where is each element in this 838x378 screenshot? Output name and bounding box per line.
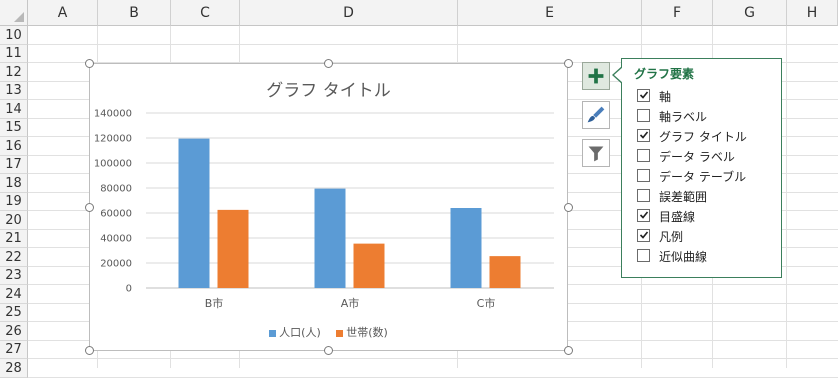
resize-handle-left[interactable] (85, 203, 94, 212)
column-header-h[interactable]: H (787, 0, 838, 26)
checkbox[interactable] (637, 109, 650, 122)
y-tick-label: 140000 (94, 109, 132, 120)
x-tick-label: B市 (205, 296, 224, 310)
chart-filters-button[interactable] (582, 139, 610, 167)
resize-handle-top-right[interactable] (564, 59, 573, 68)
bar-population (314, 188, 346, 288)
row-header-23[interactable]: 23 (0, 267, 28, 285)
option-label: データ ラベル (659, 150, 735, 164)
row-header-24[interactable]: 24 (0, 285, 28, 304)
select-all-corner[interactable] (0, 0, 28, 26)
row-header-14[interactable]: 14 (0, 100, 28, 119)
resize-handle-top[interactable] (324, 59, 333, 68)
y-tick-label: 60000 (100, 209, 132, 220)
bar-households (353, 243, 385, 288)
option-label: 軸ラベル (659, 110, 708, 124)
resize-handle-top-left[interactable] (85, 59, 94, 68)
chart-object[interactable]: グラフ タイトル 0 20000 40000 60000 80000 100000 1200… (89, 63, 568, 351)
legend-swatch-population (269, 329, 277, 337)
option-label: 目盛線 (659, 210, 696, 224)
column-header-g[interactable]: G (713, 0, 787, 26)
legend-item-households: 世帯(数) (336, 324, 388, 340)
bar-households (217, 209, 249, 288)
paintbrush-icon (587, 106, 605, 123)
y-tick-label: 100000 (94, 159, 132, 170)
checkmark-icon (639, 231, 649, 239)
option-label: 誤差範囲 (659, 190, 708, 204)
column-gridline (786, 26, 787, 368)
row-gridline (28, 44, 838, 45)
y-tick-label: 80000 (100, 184, 132, 195)
row-header-10[interactable]: 10 (0, 26, 28, 45)
row-header-17[interactable]: 17 (0, 156, 28, 174)
column-header-b[interactable]: B (98, 0, 171, 26)
x-tick-label: C市 (477, 296, 496, 310)
bar-chart-svg: 0 20000 40000 60000 80000 100000 120000 140000 B… (94, 109, 554, 310)
column-header-f[interactable]: F (642, 0, 713, 26)
checkbox[interactable] (637, 89, 650, 102)
checkbox[interactable] (637, 249, 650, 262)
column-header-d[interactable]: D (240, 0, 458, 26)
row-header-16[interactable]: 16 (0, 137, 28, 156)
row-header-19[interactable]: 19 (0, 193, 28, 211)
checkbox[interactable] (637, 129, 650, 142)
row-header-11[interactable]: 11 (0, 45, 28, 63)
legend-swatch-households (336, 329, 344, 337)
x-tick-label: A市 (341, 296, 360, 310)
option-label: グラフ タイトル (659, 130, 747, 144)
checkmark-icon (639, 131, 649, 139)
checkbox[interactable] (637, 229, 650, 242)
plus-icon (588, 68, 604, 84)
resize-handle-right[interactable] (564, 203, 573, 212)
legend-label-households: 世帯(数) (346, 326, 388, 339)
checkbox[interactable] (637, 189, 650, 202)
option-label: 近似曲線 (659, 250, 708, 264)
bar-population (450, 208, 482, 288)
chart-styles-button[interactable] (582, 101, 610, 129)
filter-icon (588, 146, 604, 162)
pane-pointer-inner (614, 67, 623, 83)
chart-elements-pane: グラフ要素 軸軸ラベルグラフ タイトル データ ラベル データ テーブル 誤差範囲目盛… (621, 58, 782, 278)
row-header-20[interactable]: 20 (0, 211, 28, 230)
row-header-26[interactable]: 26 (0, 322, 28, 341)
checkbox[interactable] (637, 209, 650, 222)
option-label: 軸 (659, 90, 672, 104)
legend-item-population: 人口(人) (269, 324, 321, 340)
chart-elements-button[interactable] (582, 62, 610, 90)
chart-legend[interactable]: 人口(人) 世帯(数) (90, 324, 567, 340)
y-tick-label: 0 (126, 284, 132, 295)
row-header-27[interactable]: 27 (0, 341, 28, 359)
row-header-18[interactable]: 18 (0, 174, 28, 193)
row-header-15[interactable]: 15 (0, 119, 28, 137)
column-header-e[interactable]: E (458, 0, 642, 26)
resize-handle-bottom-right[interactable] (564, 346, 573, 355)
row-header-12[interactable]: 12 (0, 63, 28, 82)
checkbox[interactable] (637, 149, 650, 162)
row-header-21[interactable]: 21 (0, 230, 28, 248)
y-tick-label: 120000 (94, 134, 132, 145)
column-header-c[interactable]: C (171, 0, 240, 26)
bar-population (178, 138, 210, 288)
checkmark-icon (639, 91, 649, 99)
row-header-22[interactable]: 22 (0, 248, 28, 267)
row-header-25[interactable]: 25 (0, 304, 28, 322)
resize-handle-bottom[interactable] (324, 346, 333, 355)
legend-label-population: 人口(人) (279, 326, 321, 339)
checkbox[interactable] (637, 169, 650, 182)
row-header-13[interactable]: 13 (0, 82, 28, 100)
option-label: 凡例 (659, 230, 684, 244)
y-tick-label: 20000 (100, 259, 132, 270)
y-tick-label: 40000 (100, 234, 132, 245)
column-header-a[interactable]: A (28, 0, 98, 26)
bar-households (489, 256, 521, 288)
checkmark-icon (639, 211, 649, 219)
option-label: データ テーブル (659, 170, 747, 184)
resize-handle-bottom-left[interactable] (85, 346, 94, 355)
row-header-28[interactable]: 28 (0, 359, 28, 378)
pane-title: グラフ要素 (634, 67, 695, 81)
row-gridline (28, 358, 838, 359)
